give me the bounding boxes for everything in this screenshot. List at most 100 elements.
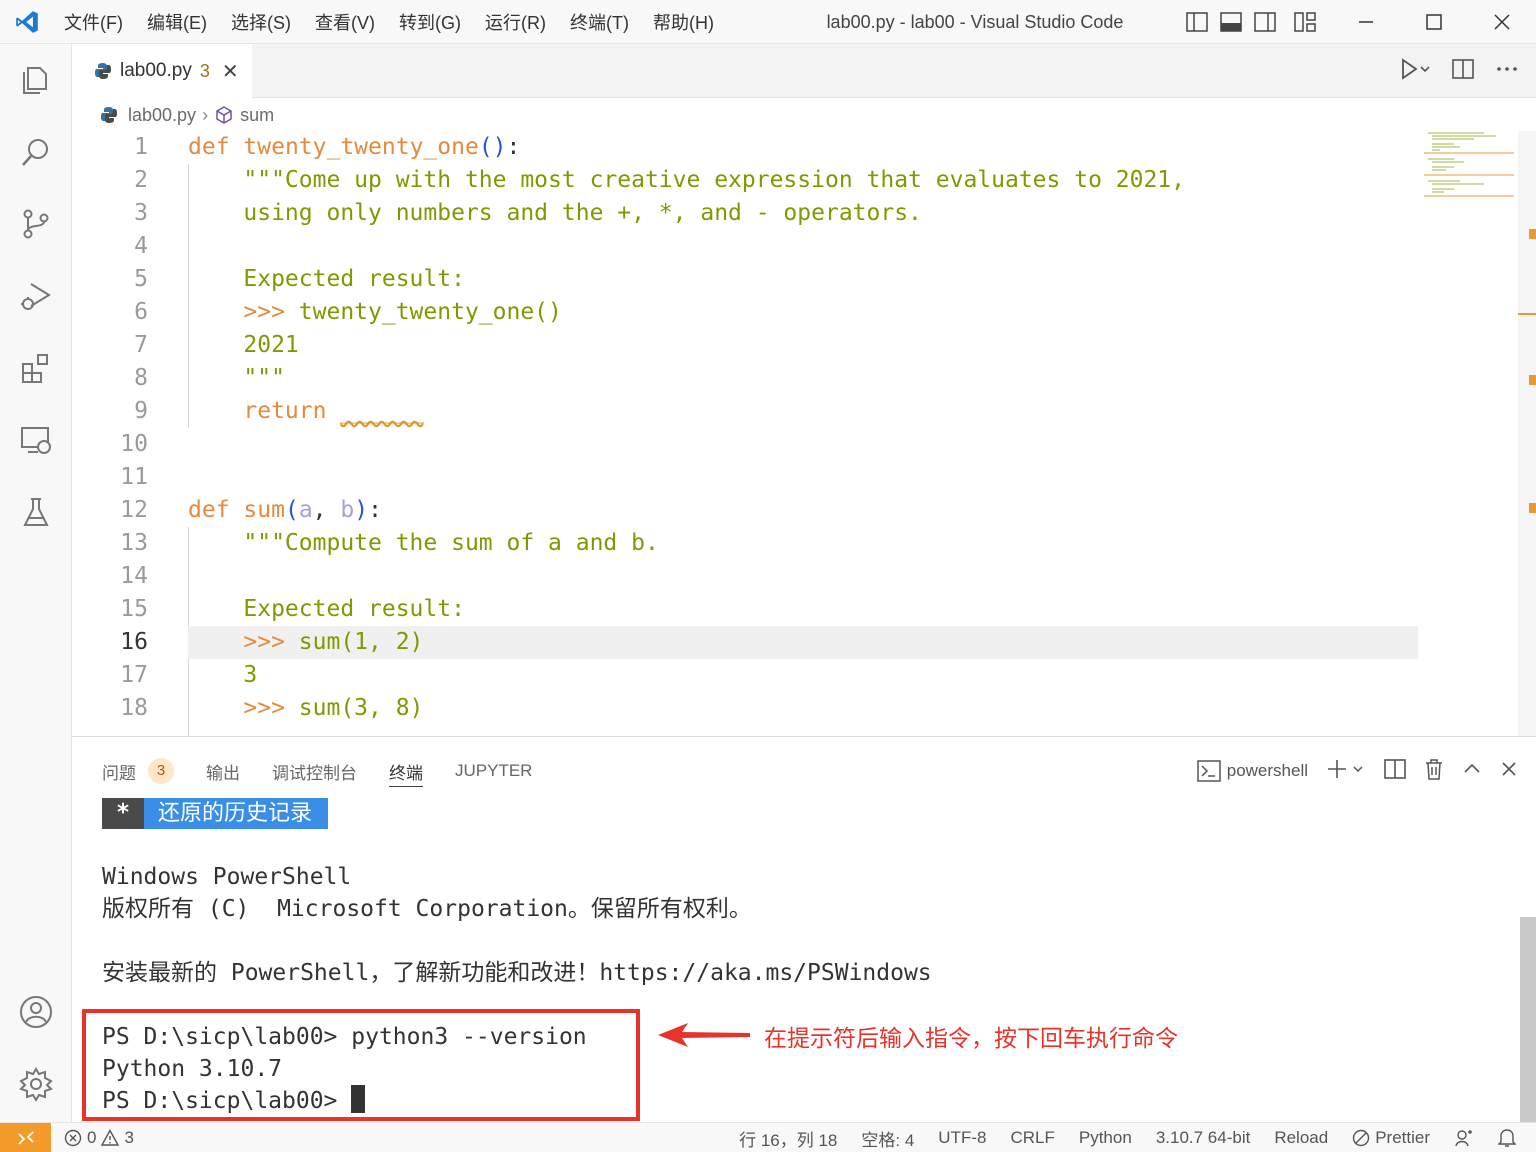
maximize-panel-chevron-up-icon[interactable] <box>1462 758 1482 785</box>
close-panel-icon[interactable] <box>1500 758 1518 785</box>
toggle-sidebar-icon[interactable] <box>1180 0 1214 44</box>
error-icon <box>64 1129 82 1147</box>
terminal-line: 版权所有 (C) Microsoft Corporation。保留所有权利。 <box>102 896 752 922</box>
parameter-token: a <box>298 497 313 523</box>
paren-token: ( <box>478 134 493 160</box>
minimize-button[interactable] <box>1332 0 1400 44</box>
breadcrumb: lab00.py › sum <box>100 100 274 130</box>
prettier-disabled-icon <box>1353 1129 1370 1147</box>
tab-problems[interactable]: 问题 3 <box>102 751 174 791</box>
paren-token: ( <box>284 497 299 523</box>
line-number: 5 <box>134 266 148 292</box>
code-line: 12 def sum(a, b): <box>72 494 1418 527</box>
title-bar: 文件(F) 编辑(E) 选择(S) 查看(V) 转到(G) 运行(R) 终端(T… <box>0 0 1536 44</box>
terminal-scrollbar[interactable] <box>1520 917 1536 1123</box>
menu-help[interactable]: 帮助(H) <box>653 9 714 35</box>
problems-status[interactable]: 0 3 <box>64 1128 134 1148</box>
explorer-icon[interactable] <box>0 44 72 116</box>
python-interpreter[interactable]: 3.10.7 64-bit <box>1156 1128 1251 1148</box>
split-terminal-icon[interactable] <box>1384 758 1406 785</box>
docstring-text: sum(1, 2) <box>284 629 424 655</box>
testing-icon[interactable] <box>0 476 72 548</box>
docstring-text: twenty_twenty_one() <box>284 299 562 325</box>
language-mode[interactable]: Python <box>1079 1128 1132 1148</box>
new-terminal-icon[interactable] <box>1326 758 1366 785</box>
kill-terminal-trash-icon[interactable] <box>1424 758 1444 785</box>
menu-run[interactable]: 运行(R) <box>485 9 546 35</box>
accounts-icon[interactable] <box>0 976 72 1048</box>
feedback-icon[interactable] <box>1454 1128 1474 1148</box>
function-name-token: sum <box>243 497 285 523</box>
tab-terminal[interactable]: 终端 <box>389 751 423 791</box>
terminal-line: Windows PowerShell <box>102 864 352 890</box>
reload-button[interactable]: Reload <box>1274 1128 1328 1148</box>
toggle-secondary-sidebar-icon[interactable] <box>1248 0 1282 44</box>
python-file-icon <box>101 107 117 123</box>
close-window-button[interactable] <box>1468 0 1536 44</box>
menu-edit[interactable]: 编辑(E) <box>147 9 207 35</box>
remote-indicator[interactable] <box>0 1123 51 1152</box>
line-number: 4 <box>134 233 148 259</box>
code-line: 14 <box>72 560 1418 593</box>
extensions-icon[interactable] <box>0 332 72 404</box>
breadcrumb-file[interactable]: lab00.py <box>128 105 196 126</box>
docstring-text: """ <box>188 365 285 391</box>
breadcrumb-symbol[interactable]: sum <box>240 105 274 126</box>
panel-tabs: 问题 3 输出 调试控制台 终端 JUPYTER <box>102 751 564 791</box>
source-control-icon[interactable] <box>0 188 72 260</box>
warning-marker <box>1529 229 1536 239</box>
tab-debug-console[interactable]: 调试控制台 <box>272 751 357 791</box>
maximize-button[interactable] <box>1400 0 1468 44</box>
menu-terminal[interactable]: 终端(T) <box>570 9 629 35</box>
editor-tab-bar: lab00.py 3 ✕ <box>72 44 1536 98</box>
toggle-panel-icon[interactable] <box>1214 0 1248 44</box>
keyword-token: return <box>188 398 327 424</box>
terminal-shell-selector[interactable]: powershell <box>1196 760 1308 782</box>
end-of-line[interactable]: CRLF <box>1010 1128 1054 1148</box>
line-number: 3 <box>134 200 148 226</box>
activity-bar <box>0 44 72 1122</box>
doctest-prompt: >>> <box>188 299 285 325</box>
keyword-token: def <box>188 497 230 523</box>
docstring-text: 3 <box>188 662 258 688</box>
run-python-file-icon[interactable] <box>1400 57 1430 86</box>
split-editor-icon[interactable] <box>1452 58 1474 85</box>
run-debug-icon[interactable] <box>0 260 72 332</box>
code-line: 1 def twenty_twenty_one(): <box>72 131 1418 164</box>
notifications-bell-icon[interactable] <box>1498 1128 1516 1148</box>
menu-selection[interactable]: 选择(S) <box>231 9 291 35</box>
encoding[interactable]: UTF-8 <box>938 1128 986 1148</box>
customize-layout-icon[interactable] <box>1288 0 1322 44</box>
menu-view[interactable]: 查看(V) <box>315 9 375 35</box>
python-file-icon <box>95 63 111 79</box>
code-line: 2 """Come up with the most creative expr… <box>72 164 1418 197</box>
code-line: 4 <box>72 230 1418 263</box>
line-number: 6 <box>134 299 148 325</box>
annotation-arrow-icon <box>658 1023 750 1047</box>
cursor-position[interactable]: 行 16，列 18 <box>739 1126 837 1151</box>
minimap[interactable] <box>1424 131 1518 201</box>
colon-token: : <box>506 134 521 160</box>
menu-bar: 文件(F) 编辑(E) 选择(S) 查看(V) 转到(G) 运行(R) 终端(T… <box>64 0 738 44</box>
menu-file[interactable]: 文件(F) <box>64 9 123 35</box>
vscode-logo-icon <box>16 11 38 33</box>
close-tab-icon[interactable]: ✕ <box>222 59 239 84</box>
indentation[interactable]: 空格: 4 <box>861 1126 914 1151</box>
manage-gear-icon[interactable] <box>0 1048 72 1120</box>
search-icon[interactable] <box>0 116 72 188</box>
prettier-status[interactable]: Prettier <box>1352 1128 1430 1148</box>
tab-output[interactable]: 输出 <box>206 751 240 791</box>
status-bar: 0 3 行 16，列 18 空格: 4 UTF-8 CRLF Python 3.… <box>0 1122 1536 1152</box>
menu-go[interactable]: 转到(G) <box>399 9 461 35</box>
remote-explorer-icon[interactable] <box>0 404 72 476</box>
overview-ruler[interactable] <box>1518 131 1536 736</box>
cursor-marker <box>1518 313 1536 315</box>
code-editor[interactable]: 1 def twenty_twenty_one(): 2 """Come up … <box>72 131 1536 736</box>
tab-jupyter[interactable]: JUPYTER <box>455 751 532 791</box>
chevron-right-icon: › <box>202 104 209 125</box>
more-actions-icon[interactable] <box>1496 58 1518 85</box>
method-symbol-icon <box>216 106 232 124</box>
shell-label: powershell <box>1226 761 1308 780</box>
tab-lab00-py[interactable]: lab00.py 3 ✕ <box>72 44 252 98</box>
line-number: 7 <box>134 332 148 358</box>
